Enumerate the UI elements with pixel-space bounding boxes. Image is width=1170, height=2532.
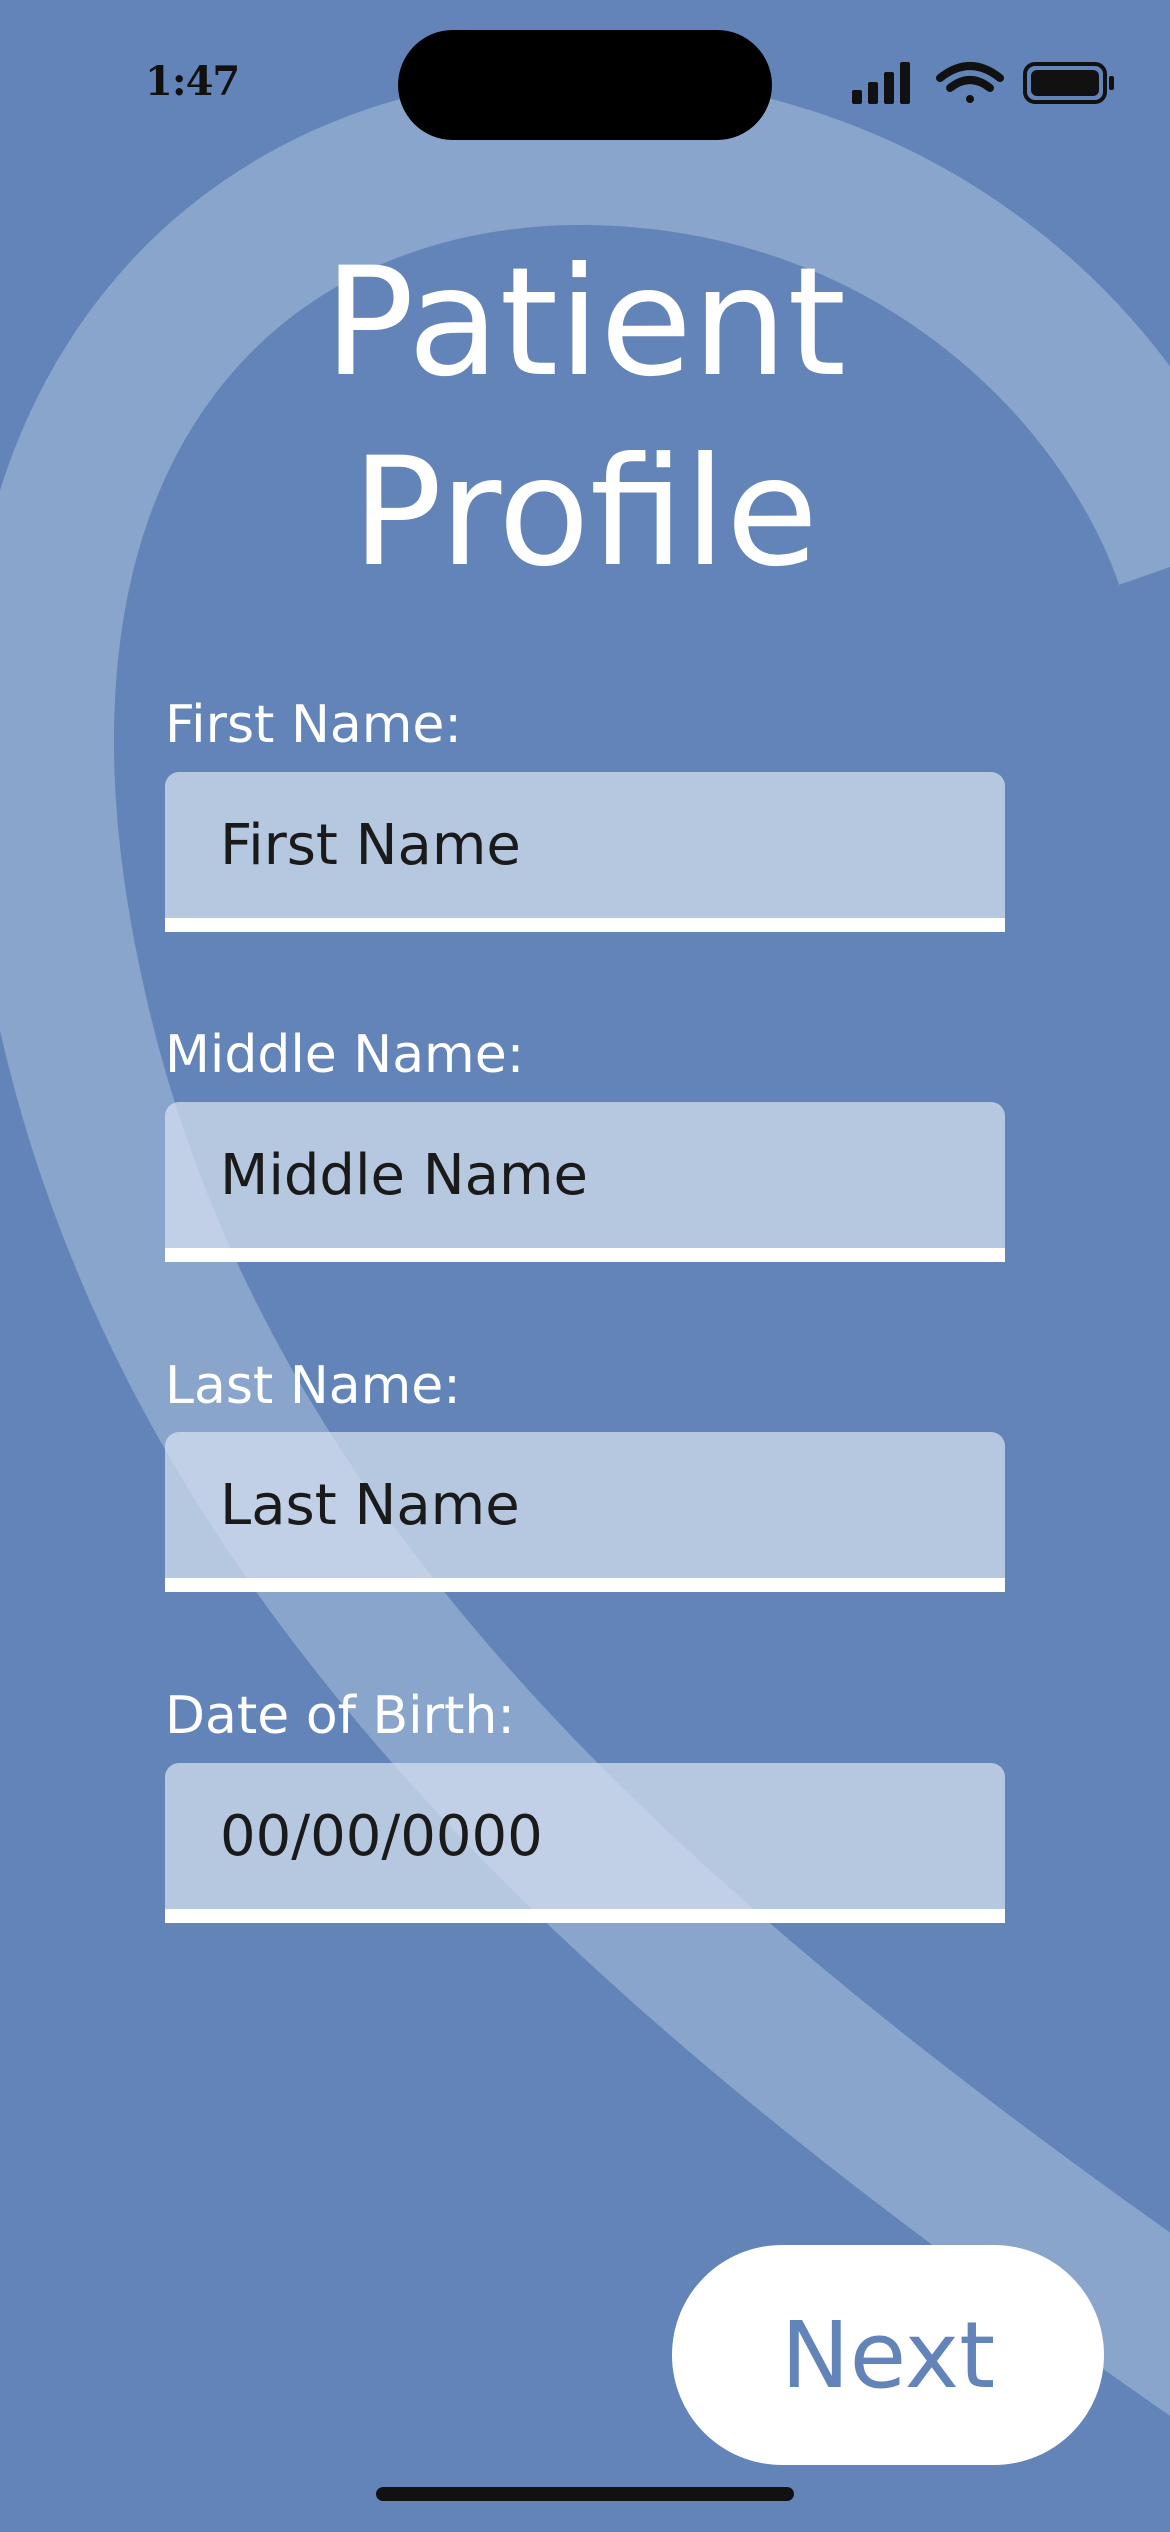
page-title-text: Patient Profile <box>323 236 847 600</box>
cellular-signal-icon <box>852 62 910 104</box>
last-name-input[interactable] <box>165 1432 1005 1578</box>
last-name-field-container <box>165 1432 1005 1592</box>
middle-name-field-container <box>165 1102 1005 1262</box>
middle-name-input[interactable] <box>165 1102 1005 1248</box>
date-of-birth-field-container <box>165 1763 1005 1923</box>
status-bar: 1:47 <box>0 0 1170 170</box>
wifi-icon <box>936 62 1004 103</box>
date-of-birth-input[interactable] <box>165 1763 1005 1909</box>
status-time: 1:47 <box>145 58 240 105</box>
last-name-label: Last Name: <box>165 1356 461 1416</box>
status-icons <box>852 62 1114 104</box>
first-name-underline <box>165 918 1005 932</box>
date-of-birth-underline <box>165 1909 1005 1923</box>
date-of-birth-label: Date of Birth: <box>165 1686 515 1746</box>
first-name-input[interactable] <box>165 772 1005 918</box>
home-indicator[interactable] <box>376 2487 794 2501</box>
first-name-field-container <box>165 772 1005 932</box>
dynamic-island <box>398 30 772 140</box>
last-name-underline <box>165 1578 1005 1592</box>
next-button[interactable]: Next <box>672 2245 1104 2465</box>
middle-name-underline <box>165 1248 1005 1262</box>
page-title: Patient Profile <box>0 228 1170 608</box>
middle-name-label: Middle Name: <box>165 1025 525 1085</box>
battery-icon <box>1023 62 1114 104</box>
first-name-label: First Name: <box>165 695 462 755</box>
